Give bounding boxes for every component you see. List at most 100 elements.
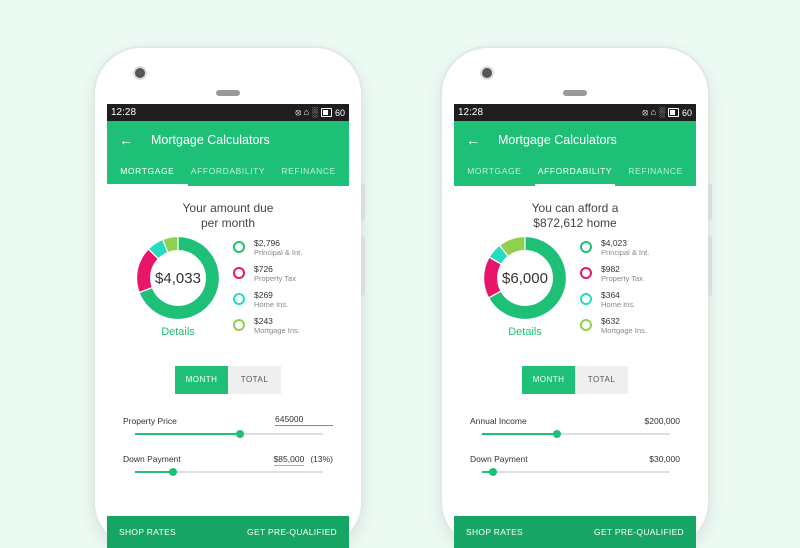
status-bar: 12:28 ⦻ ⌂ ░ 60 [107,104,349,121]
legend-ring-icon [233,293,245,305]
slider-thumb[interactable] [236,430,245,438]
tab-mortgage[interactable]: MORTGAGE [454,159,535,186]
battery-icon [667,108,679,117]
slider-thumb[interactable] [553,430,562,438]
back-arrow-icon[interactable]: ← [112,132,140,148]
tab-bar: MORTGAGE AFFORDABILITY REFINANCE [107,159,349,186]
legend-ring-icon [580,267,592,279]
slider-thumb[interactable] [168,468,177,476]
tab-refinance[interactable]: REFINANCE [268,159,349,186]
total-toggle-button[interactable]: TOTAL [228,366,281,394]
legend-amount: $269 [254,290,273,300]
down-payment-label: Down Payment [123,454,181,464]
legend: $2,796 Principal & Int. $726 Property Ta… [233,238,302,342]
down-payment-label: Down Payment [470,454,528,464]
total-toggle-button[interactable]: TOTAL [575,366,628,394]
month-toggle-button[interactable]: MONTH [175,366,228,394]
shop-rates-button[interactable]: SHOP RATES [119,527,176,537]
summary-heading: You can afford a $872,612 home [454,201,696,231]
legend-item-home-ins: $269 Home Ins. [233,290,302,316]
legend-amount: $632 [601,316,620,326]
period-toggle: MONTH TOTAL [454,366,696,394]
app-title: Mortgage Calculators [151,133,270,147]
heading-line-1: You can afford a [531,201,619,215]
legend-item-mortgage-ins: $243 Mortgage Ins. [233,316,302,342]
app-bar: ← Mortgage Calculators MORTGAGE AFFORDAB… [107,121,349,186]
camera [135,68,145,78]
annual-income-slider[interactable] [470,426,680,442]
down-payment-value[interactable]: $30,000 [649,454,680,464]
heading-line-2: per month [200,216,256,230]
input-fields: Annual Income $200,000 Down Payment $30,… [454,412,696,480]
legend-label: Mortgage Ins. [254,326,300,335]
legend-item-principal: $2,796 Principal & Int. [233,238,302,264]
screen: 12:28 ⦻ ⌂ ░ 60 ← Mortgage Calculators MO… [454,104,696,548]
payment-summary: $6,000 Details $4,023 Principal & Int. $… [454,231,696,351]
legend-label: Principal & Int. [601,248,650,257]
shop-rates-button[interactable]: SHOP RATES [466,527,523,537]
signal-icons: ⦻ ⌂ ░ [642,107,665,117]
legend-ring-icon [233,319,245,331]
donut-total: $6,000 [502,269,548,287]
heading-line-1: Your amount due [182,201,274,215]
tab-affordability[interactable]: AFFORDABILITY [188,159,269,186]
status-time: 12:28 [458,107,484,118]
get-pre-qualified-button[interactable]: GET PRE-QUALIFIED [594,527,684,537]
annual-income-value[interactable]: $200,000 [645,416,680,426]
legend-label: Home Ins. [601,300,636,309]
bottom-action-bar: SHOP RATES GET PRE-QUALIFIED [454,516,696,548]
legend-amount: $2,796 [254,238,280,248]
property-price-input[interactable]: 645000 [275,414,333,426]
battery-level: 60 [334,107,345,118]
legend-amount: $982 [601,264,620,274]
heading-line-2: $872,612 home [533,216,617,230]
legend-item-tax: $982 Property Tax [580,264,649,290]
property-price-label: Property Price [123,416,177,426]
battery-icon [320,108,332,117]
annual-income-label: Annual Income [470,416,527,426]
back-arrow-icon[interactable]: ← [459,132,487,148]
legend-item-tax: $726 Property Tax [233,264,302,290]
tab-refinance[interactable]: REFINANCE [615,159,696,186]
legend-ring-icon [580,241,592,253]
legend-ring-icon [580,293,592,305]
down-payment-slider[interactable] [123,464,333,480]
get-pre-qualified-button[interactable]: GET PRE-QUALIFIED [247,527,337,537]
legend-amount: $243 [254,316,273,326]
legend-amount: $726 [254,264,273,274]
tab-mortgage[interactable]: MORTGAGE [107,159,188,186]
volume-button [361,236,365,296]
slider-thumb[interactable] [489,468,498,476]
input-fields: Property Price 645000 Down Payment $85,0… [107,412,349,480]
signal-icons: ⦻ ⌂ ░ [295,107,318,117]
status-icons: ⦻ ⌂ ░ 60 [642,107,692,118]
legend-item-principal: $4,023 Principal & Int. [580,238,649,264]
camera [482,68,492,78]
down-payment-slider[interactable] [470,464,680,480]
legend-ring-icon [233,267,245,279]
legend-item-home-ins: $364 Home Ins. [580,290,649,316]
property-price-slider[interactable] [123,426,333,442]
legend-ring-icon [233,241,245,253]
details-link[interactable]: Details [482,326,568,338]
donut-total: $4,033 [155,269,201,287]
status-icons: ⦻ ⌂ ░ 60 [295,107,345,118]
legend-label: Principal & Int. [254,248,303,257]
bottom-action-bar: SHOP RATES GET PRE-QUALIFIED [107,516,349,548]
screen: 12:28 ⦻ ⌂ ░ 60 ← Mortgage Calculators MO… [107,104,349,548]
speaker [563,90,587,96]
phone-affordability: 12:28 ⦻ ⌂ ░ 60 ← Mortgage Calculators MO… [442,48,712,548]
legend-item-mortgage-ins: $632 Mortgage Ins. [580,316,649,342]
month-toggle-button[interactable]: MONTH [522,366,575,394]
speaker [216,90,240,96]
period-toggle: MONTH TOTAL [107,366,349,394]
tab-affordability[interactable]: AFFORDABILITY [534,159,616,186]
app-title: Mortgage Calculators [498,133,617,147]
summary-heading: Your amount due per month [107,201,349,231]
details-link[interactable]: Details [135,326,221,338]
legend-label: Home Ins. [254,300,289,309]
tab-bar: MORTGAGE AFFORDABILITY REFINANCE [454,159,696,186]
legend-amount: $4,023 [601,238,627,248]
phone-mortgage: 12:28 ⦻ ⌂ ░ 60 ← Mortgage Calculators MO… [95,48,365,548]
power-button [361,183,365,221]
